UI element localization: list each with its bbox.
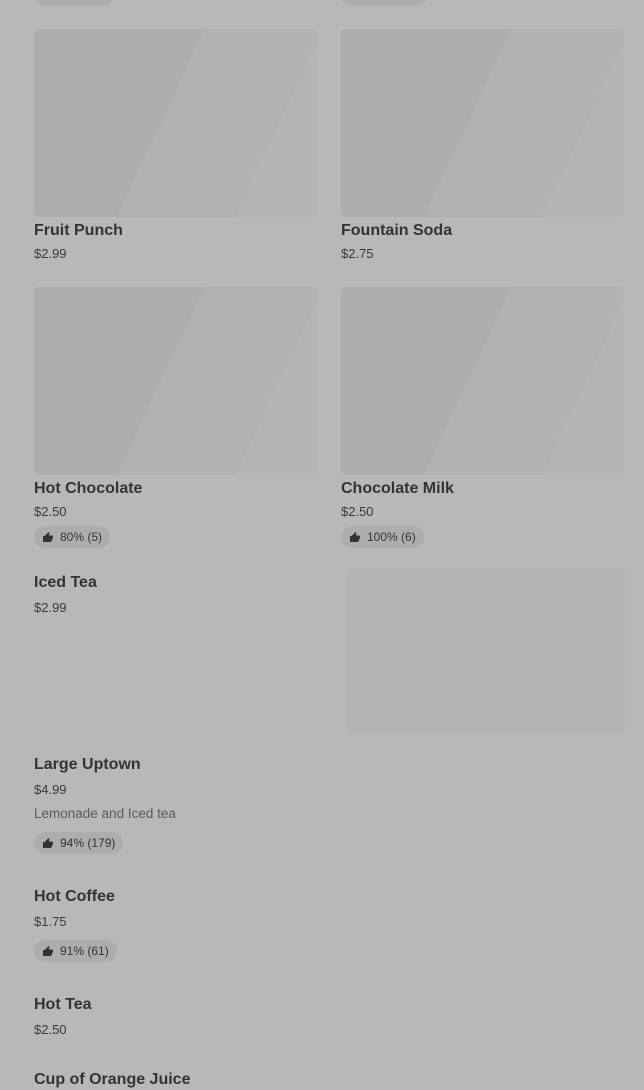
item-price: $1.75 (34, 914, 67, 929)
iced-tea-image[interactable] (348, 570, 624, 732)
rating-text: 91% (61) (60, 944, 109, 958)
fountain-soda-image[interactable] (341, 29, 624, 217)
rating-badge: 100% (6) (341, 526, 424, 548)
item-title[interactable]: Fountain Soda (341, 221, 452, 241)
rating-badge: 91% (61) (34, 940, 117, 962)
item-title[interactable]: Fruit Punch (34, 221, 123, 241)
item-title[interactable]: Hot Tea (34, 995, 91, 1015)
item-title[interactable]: Iced Tea (34, 573, 97, 593)
rating-badge-partial (34, 0, 114, 6)
item-price: $2.50 (34, 504, 67, 519)
rating-text: 100% (6) (367, 530, 416, 544)
item-title[interactable]: Large Uptown (34, 755, 141, 775)
thumbs-up-icon (349, 531, 361, 543)
thumbs-up-icon (42, 531, 54, 543)
item-price: $2.99 (34, 600, 67, 615)
item-price: $2.75 (341, 246, 374, 261)
item-description: Lemonade and Iced tea (34, 806, 176, 821)
thumbs-up-icon (42, 945, 54, 957)
item-price: $2.99 (34, 246, 67, 261)
item-title[interactable]: Chocolate Milk (341, 479, 454, 499)
rating-badge: 94% (179) (34, 832, 124, 854)
rating-text: 80% (5) (60, 530, 103, 544)
item-title[interactable]: Hot Chocolate (34, 479, 142, 499)
chocolate-milk-image[interactable] (341, 287, 624, 475)
rating-text: 94% (179) (60, 836, 116, 850)
thumbs-up-icon (42, 837, 54, 849)
fruit-punch-image[interactable] (34, 29, 317, 217)
hot-chocolate-image[interactable] (34, 287, 317, 475)
item-price: $2.50 (341, 504, 374, 519)
item-title[interactable]: Hot Coffee (34, 887, 115, 907)
item-title[interactable]: Cup of Orange Juice (34, 1070, 190, 1090)
item-price: $4.99 (34, 782, 67, 797)
rating-badge-partial (341, 0, 427, 6)
item-price: $2.50 (34, 1022, 67, 1037)
rating-badge: 80% (5) (34, 526, 111, 548)
